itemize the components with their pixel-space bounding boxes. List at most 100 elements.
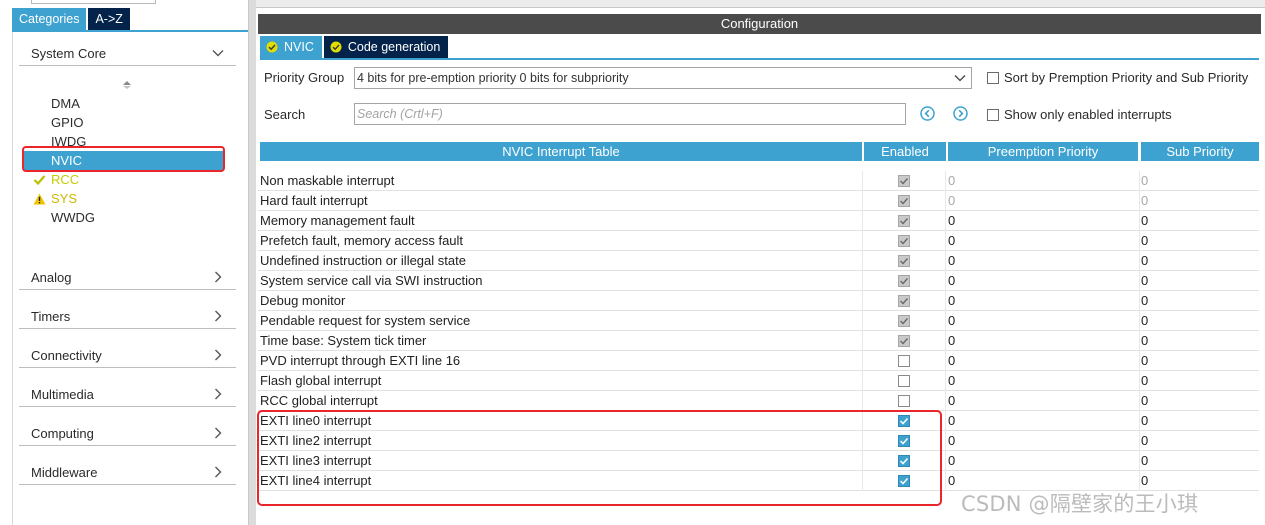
table-row[interactable]: Prefetch fault, memory access fault 0 0 bbox=[258, 231, 1259, 251]
enabled-cell bbox=[862, 211, 946, 231]
enabled-cell bbox=[862, 311, 946, 331]
search-previous-icon[interactable] bbox=[920, 106, 935, 121]
tab-categories[interactable]: Categories bbox=[12, 8, 87, 30]
preemption-priority-cell[interactable]: 0 bbox=[948, 373, 955, 388]
table-row[interactable]: Flash global interrupt 0 0 bbox=[258, 371, 1259, 391]
column-divider bbox=[1139, 451, 1140, 471]
sidebar-item-label: DMA bbox=[51, 96, 80, 111]
table-row[interactable]: RCC global interrupt 0 0 bbox=[258, 391, 1259, 411]
preemption-priority-cell[interactable]: 0 bbox=[948, 453, 955, 468]
sidebar-item-gpio[interactable]: GPIO bbox=[24, 113, 224, 132]
chevron-right-icon bbox=[215, 427, 222, 439]
sub-priority-cell[interactable]: 0 bbox=[1141, 433, 1148, 448]
watermark: CSDN @隔壁家的王小琪 bbox=[961, 492, 1199, 516]
priority-group-select[interactable]: 4 bits for pre-emption priority 0 bits f… bbox=[354, 67, 972, 89]
tab-nvic[interactable]: NVIC bbox=[260, 36, 322, 58]
tab-a-to-z[interactable]: A->Z bbox=[88, 8, 130, 30]
sub-priority-cell[interactable]: 0 bbox=[1141, 353, 1148, 368]
interrupt-name: System service call via SWI instruction bbox=[260, 273, 483, 288]
sub-priority-cell[interactable]: 0 bbox=[1141, 373, 1148, 388]
preemption-priority-cell[interactable]: 0 bbox=[948, 353, 955, 368]
category-computing[interactable]: Computing bbox=[19, 420, 236, 446]
sidebar-item-label: RCC bbox=[51, 172, 80, 187]
preemption-priority-cell[interactable]: 0 bbox=[948, 473, 955, 488]
category-search-box[interactable] bbox=[31, 0, 156, 4]
sub-priority-cell[interactable]: 0 bbox=[1141, 453, 1148, 468]
table-row[interactable]: Hard fault interrupt 0 0 bbox=[258, 191, 1259, 211]
sub-priority-cell[interactable]: 0 bbox=[1141, 233, 1148, 248]
category-connectivity[interactable]: Connectivity bbox=[19, 342, 236, 368]
table-row[interactable]: Time base: System tick timer 0 0 bbox=[258, 331, 1259, 351]
category-multimedia[interactable]: Multimedia bbox=[19, 381, 236, 407]
preemption-priority-cell[interactable]: 0 bbox=[948, 273, 955, 288]
column-divider bbox=[1139, 231, 1140, 251]
column-header-name[interactable]: NVIC Interrupt Table bbox=[260, 142, 862, 161]
table-row[interactable]: PVD interrupt through EXTI line 16 0 0 bbox=[258, 351, 1259, 371]
sidebar-item-dma[interactable]: DMA bbox=[24, 94, 224, 113]
sort-by-priority-checkbox[interactable] bbox=[987, 71, 999, 84]
sub-priority-cell[interactable]: 0 bbox=[1141, 253, 1148, 268]
enabled-checkbox[interactable] bbox=[898, 395, 910, 407]
column-header-sub-priority[interactable]: Sub Priority bbox=[1141, 142, 1259, 161]
preemption-priority-cell[interactable]: 0 bbox=[948, 413, 955, 428]
checkmark-icon bbox=[899, 217, 909, 225]
preemption-priority-cell[interactable]: 0 bbox=[948, 433, 955, 448]
enabled-checkbox bbox=[898, 315, 910, 327]
category-timers[interactable]: Timers bbox=[19, 303, 236, 329]
chevron-down-icon bbox=[954, 75, 966, 82]
table-row[interactable]: Debug monitor 0 0 bbox=[258, 291, 1259, 311]
column-header-preemption[interactable]: Preemption Priority bbox=[948, 142, 1138, 161]
search-input[interactable] bbox=[354, 103, 906, 125]
table-row[interactable]: Undefined instruction or illegal state 0 0 bbox=[258, 251, 1259, 271]
search-next-icon[interactable] bbox=[953, 106, 968, 121]
sub-priority-cell[interactable]: 0 bbox=[1141, 293, 1148, 308]
warning-icon bbox=[33, 193, 46, 205]
enabled-cell bbox=[862, 171, 946, 191]
enabled-cell bbox=[862, 391, 946, 411]
column-divider bbox=[1139, 391, 1140, 411]
table-row[interactable]: Memory management fault 0 0 bbox=[258, 211, 1259, 231]
sub-priority-cell[interactable]: 0 bbox=[1141, 313, 1148, 328]
category-analog[interactable]: Analog bbox=[19, 264, 236, 290]
sub-priority-cell[interactable]: 0 bbox=[1141, 213, 1148, 228]
interrupt-name: RCC global interrupt bbox=[260, 393, 378, 408]
preemption-priority-cell[interactable]: 0 bbox=[948, 333, 955, 348]
scroll-up-icon[interactable] bbox=[122, 80, 132, 90]
column-header-enabled[interactable]: Enabled bbox=[864, 142, 946, 161]
enabled-checkbox[interactable] bbox=[898, 355, 910, 367]
column-divider bbox=[1139, 411, 1140, 431]
sub-priority-cell: 0 bbox=[1141, 173, 1149, 188]
sidebar-item-rcc[interactable]: RCC bbox=[24, 170, 224, 189]
sub-priority-cell[interactable]: 0 bbox=[1141, 273, 1148, 288]
config-tabs: NVIC Code generation bbox=[260, 36, 449, 58]
sidebar-item-sys[interactable]: SYS bbox=[24, 189, 224, 208]
preemption-priority-cell[interactable]: 0 bbox=[948, 213, 955, 228]
preemption-priority-cell[interactable]: 0 bbox=[948, 313, 955, 328]
chevron-right-icon bbox=[215, 310, 222, 322]
preemption-priority-cell[interactable]: 0 bbox=[948, 233, 955, 248]
column-divider bbox=[1139, 331, 1140, 351]
panel-splitter[interactable] bbox=[248, 0, 256, 525]
category-system-core[interactable]: System Core bbox=[19, 40, 236, 66]
table-row[interactable]: Pendable request for system service 0 0 bbox=[258, 311, 1259, 331]
checkmark-icon bbox=[899, 237, 909, 245]
category-middleware[interactable]: Middleware bbox=[19, 459, 236, 485]
preemption-priority-cell[interactable]: 0 bbox=[948, 393, 955, 408]
preemption-priority-cell[interactable]: 0 bbox=[948, 253, 955, 268]
show-enabled-checkbox[interactable] bbox=[987, 108, 999, 121]
sub-priority-cell[interactable]: 0 bbox=[1141, 473, 1148, 488]
enabled-checkbox[interactable] bbox=[898, 375, 910, 387]
sub-priority-cell[interactable]: 0 bbox=[1141, 413, 1148, 428]
sub-priority-cell[interactable]: 0 bbox=[1141, 393, 1148, 408]
show-enabled-option[interactable]: Show only enabled interrupts bbox=[987, 107, 1172, 122]
sort-by-priority-option[interactable]: Sort by Premption Priority and Sub Prior… bbox=[987, 70, 1248, 85]
preemption-priority-cell[interactable]: 0 bbox=[948, 293, 955, 308]
sidebar-item-wwdg[interactable]: WWDG bbox=[24, 208, 224, 227]
sub-priority-cell[interactable]: 0 bbox=[1141, 333, 1148, 348]
interrupt-name: Debug monitor bbox=[260, 293, 346, 308]
check-icon bbox=[33, 175, 46, 186]
priority-group-value: 4 bits for pre-emption priority 0 bits f… bbox=[357, 71, 629, 85]
tab-code-generation[interactable]: Code generation bbox=[323, 36, 449, 58]
table-row[interactable]: Non maskable interrupt 0 0 bbox=[258, 171, 1259, 191]
table-row[interactable]: System service call via SWI instruction 0… bbox=[258, 271, 1259, 291]
